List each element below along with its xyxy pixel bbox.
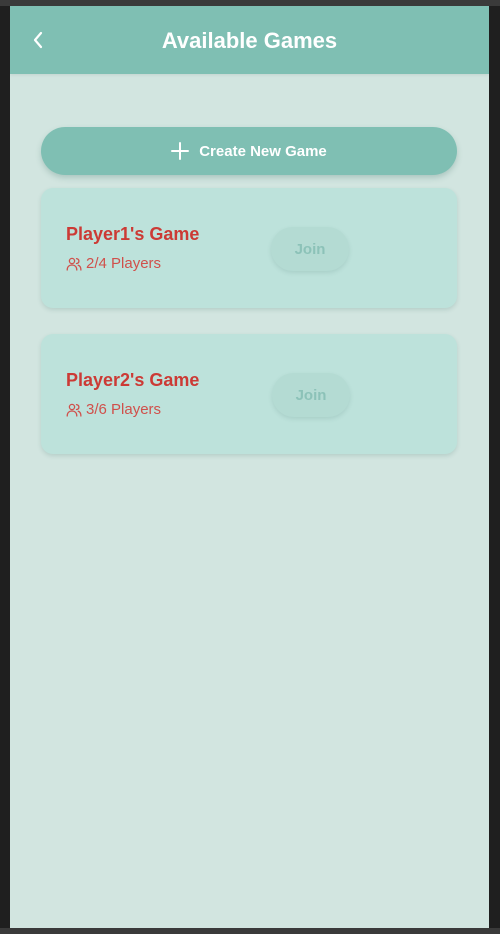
plus-icon <box>171 142 190 160</box>
page-title: Available Games <box>161 28 338 53</box>
game-card: Player2's Game 3/6 Players Join <box>41 334 457 454</box>
player-count-label: 2/4 Players <box>86 255 162 272</box>
window-frame-bottom <box>0 928 500 934</box>
join-button[interactable]: Join <box>272 373 350 417</box>
users-icon <box>66 256 82 272</box>
create-new-game-label: Create New Game <box>199 142 327 160</box>
create-new-game-button[interactable]: Create New Game <box>41 127 457 175</box>
game-title: Player1's Game <box>66 224 200 244</box>
player-count: 2/4 Players <box>66 255 161 272</box>
game-title: Player2's Game <box>66 370 200 390</box>
app-header: Available Games <box>10 6 489 74</box>
join-button[interactable]: Join <box>271 227 349 271</box>
users-icon <box>66 402 82 418</box>
player-count-label: 3/6 Players <box>86 401 162 418</box>
game-card: Player1's Game 2/4 Players Join <box>41 188 457 308</box>
app-screen: Available Games Create New Game Player1'… <box>10 6 489 928</box>
player-count: 3/6 Players <box>66 401 161 418</box>
